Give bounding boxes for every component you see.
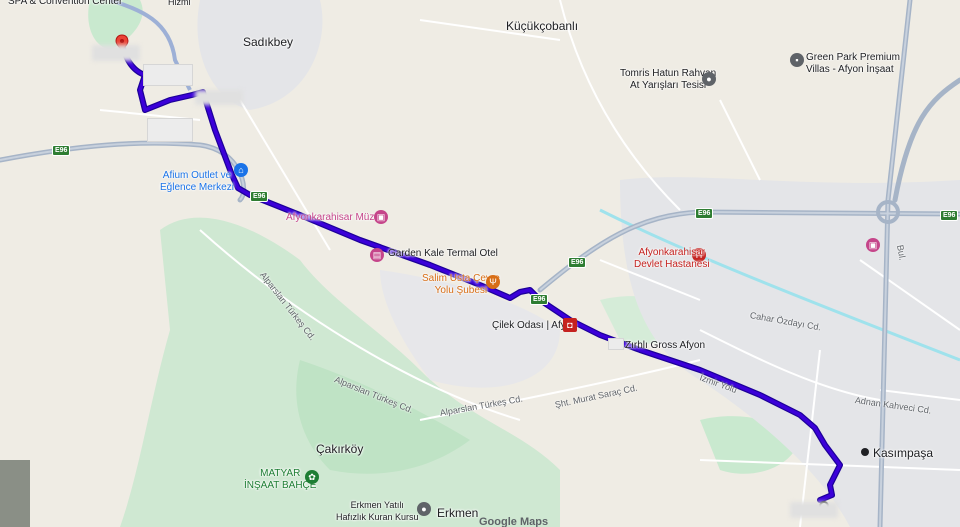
muze-label[interactable]: Afyonkarahisar Müzesi bbox=[286, 212, 387, 224]
redacted-label bbox=[608, 338, 624, 350]
redacted-label bbox=[195, 90, 243, 105]
hotel-icon[interactable]: ▤ bbox=[370, 248, 384, 262]
redacted-label bbox=[92, 45, 140, 61]
google-maps-logo: Google Maps bbox=[479, 516, 549, 527]
restaurant-icon[interactable]: Ψ bbox=[486, 275, 500, 289]
spa-label[interactable]: SPA & Convention Center bbox=[8, 0, 122, 8]
e96-shield: E96 bbox=[250, 191, 269, 202]
e96-shield: E96 bbox=[52, 145, 71, 156]
shopping-icon[interactable]: ⌂ bbox=[234, 163, 248, 177]
e96-shield: E96 bbox=[695, 208, 714, 219]
zirhli-label[interactable]: Zırhlı Gross Afyon bbox=[625, 340, 705, 352]
e96-shield: E96 bbox=[940, 210, 959, 221]
redacted-label bbox=[143, 64, 193, 86]
museum-icon[interactable]: ▣ bbox=[374, 210, 388, 224]
e96-shield: E96 bbox=[568, 257, 587, 268]
kucukcobanli-label[interactable]: Küçükçobanlı bbox=[506, 20, 578, 32]
erkmen-label[interactable]: Erkmen bbox=[437, 507, 478, 519]
afium-label[interactable]: Afium Outlet ve Eğlence Merkezi bbox=[160, 170, 234, 194]
erkmen-kurs-label[interactable]: Erkmen Yatılı Hafızlık Kuran Kursu bbox=[336, 499, 419, 523]
map-canvas[interactable]: E96 E96 E96 E96 E96 E96 SPA & Convention… bbox=[0, 0, 960, 527]
sadikbey-label[interactable]: Sadıkbey bbox=[243, 36, 293, 48]
area-dot-icon bbox=[861, 448, 869, 456]
attraction-icon[interactable]: ● bbox=[702, 72, 716, 86]
kasimpasa-label[interactable]: Kasımpaşa bbox=[873, 447, 933, 459]
park-icon[interactable]: ✿ bbox=[305, 470, 319, 484]
pink-poi-icon[interactable]: ▣ bbox=[866, 238, 880, 252]
redacted-label bbox=[790, 502, 838, 518]
e96-shield: E96 bbox=[530, 294, 549, 305]
garden-label[interactable]: Garden Kale Termal Otel bbox=[388, 248, 498, 260]
apartment-icon[interactable]: ▪ bbox=[790, 53, 804, 67]
school-icon[interactable]: ● bbox=[417, 502, 431, 516]
redacted-label bbox=[147, 118, 193, 142]
greenpark-label[interactable]: Green Park Premium Villas - Afyon İnşaat bbox=[806, 52, 900, 76]
cakirkoy-label[interactable]: Çakırköy bbox=[316, 443, 363, 455]
shop-icon[interactable]: ◘ bbox=[563, 318, 577, 332]
road-fragment-label: Hizmi bbox=[168, 0, 191, 7]
devlet-label[interactable]: Afyonkarahisar Devlet Hastanesi bbox=[634, 247, 710, 271]
